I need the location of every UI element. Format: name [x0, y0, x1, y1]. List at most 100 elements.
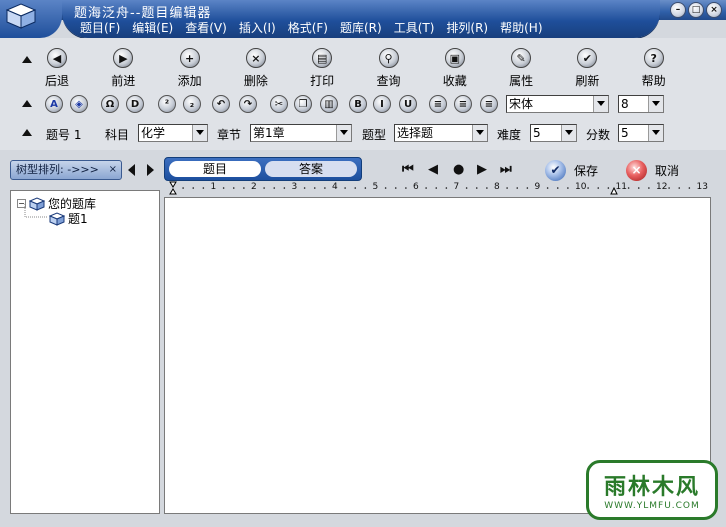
question-tree[interactable]: − 您的题库 题1 — [10, 190, 160, 514]
copy-icon[interactable]: ❐ — [294, 95, 312, 113]
cancel-x-icon: × — [626, 159, 647, 181]
font-color-icon[interactable]: A — [45, 95, 63, 113]
menu-library[interactable]: 题库(R) — [334, 20, 388, 36]
maximize-icon[interactable]: □ — [688, 2, 704, 18]
ruler-tick — [475, 187, 478, 189]
align-left-icon[interactable]: ≡ — [429, 95, 447, 113]
font-name-select[interactable]: 宋体 — [506, 95, 609, 113]
fill-icon[interactable]: ◈ — [70, 95, 88, 113]
toolbar-button-0[interactable]: ◀ 后退 — [27, 48, 87, 89]
menu-edit[interactable]: 编辑(E) — [126, 20, 179, 36]
menu-tools[interactable]: 工具(T) — [388, 20, 441, 36]
toolbar-button-6[interactable]: ▣ 收藏 — [425, 48, 485, 89]
chevron-down-icon[interactable] — [192, 125, 207, 141]
tree-sort-close-icon[interactable]: × — [109, 161, 117, 179]
toolbar-button-7[interactable]: ✎ 属性 — [491, 48, 551, 89]
ruler-ticks — [169, 181, 691, 195]
toolbar-button-5[interactable]: ⚲ 查询 — [359, 48, 419, 89]
superscript-icon[interactable]: ² — [158, 95, 176, 113]
redo-icon[interactable]: ↷ — [239, 95, 257, 113]
menu-arrange[interactable]: 排列(R) — [440, 20, 494, 36]
ruler-tick — [303, 187, 306, 189]
chevron-down-icon[interactable] — [593, 96, 608, 112]
difficulty-select[interactable]: 5 — [530, 124, 577, 142]
watermark-main-text: 雨林木风 — [603, 475, 700, 500]
chevron-down-icon[interactable] — [561, 125, 576, 141]
window-controls: – □ × — [670, 2, 722, 18]
align-center-icon[interactable]: ≡ — [454, 95, 472, 113]
minimize-icon[interactable]: – — [670, 2, 686, 18]
align-right-icon[interactable]: ≡ — [480, 95, 498, 113]
tab-answer[interactable]: 答案 — [265, 161, 357, 177]
question-number: 题号 1 — [46, 128, 82, 142]
font-size-select[interactable]: 8 — [618, 95, 664, 113]
tab-question[interactable]: 题目 — [169, 161, 261, 177]
collapse-left-icon[interactable] — [128, 164, 135, 176]
toolbar-button-4[interactable]: ▤ 打印 — [292, 48, 352, 89]
ruler-tick — [324, 187, 326, 189]
ruler-number: 5 — [372, 182, 379, 192]
watermark-sub-text: WWW.YLMFU.COM — [604, 501, 700, 511]
toolbar-button-2[interactable]: + 添加 — [160, 48, 220, 89]
toolbar-button-label: 属性 — [509, 74, 534, 88]
ruler-tick — [313, 187, 316, 189]
cancel-button[interactable]: × 取消 — [626, 159, 679, 181]
expand-right-icon[interactable] — [147, 164, 154, 176]
toolbar-button-9[interactable]: ? 帮助 — [624, 48, 684, 89]
last-record-icon[interactable]: ⏭ — [500, 162, 512, 177]
chapter-value: 第1章 — [253, 126, 285, 140]
ruler-tick — [273, 187, 276, 189]
type-label: 题型 — [362, 128, 387, 142]
ruler-tick — [405, 187, 407, 189]
add-icon: + — [179, 48, 200, 68]
current-record-icon[interactable]: ● — [453, 162, 464, 177]
menu-help[interactable]: 帮助(H) — [494, 20, 548, 36]
tree-item-label: 题1 — [68, 212, 88, 226]
difficulty-label: 难度 — [497, 128, 522, 142]
italic-icon[interactable]: I — [373, 95, 391, 113]
paste-icon[interactable]: ▥ — [320, 95, 338, 113]
chevron-down-icon[interactable] — [648, 125, 663, 141]
ruler-number: 3 — [291, 182, 298, 192]
ruler-tick — [202, 187, 205, 189]
prev-record-icon[interactable]: ◀ — [428, 162, 438, 177]
save-button[interactable]: ✔ 保存 — [545, 159, 598, 181]
cut-icon[interactable]: ✂ — [270, 95, 288, 113]
tree-sort-box[interactable]: 树型排列: ->>> × — [10, 160, 122, 180]
ruler-number: 9 — [534, 182, 541, 192]
ruler-tick — [394, 187, 397, 189]
subscript-icon[interactable]: ₂ — [183, 95, 201, 113]
toolbar-button-3[interactable]: × 删除 — [226, 48, 286, 89]
chevron-down-icon[interactable] — [472, 125, 487, 141]
undo-icon[interactable]: ↶ — [212, 95, 230, 113]
ruler-tick — [556, 187, 559, 189]
next-record-icon[interactable]: ▶ — [477, 162, 487, 177]
chevron-down-icon[interactable] — [336, 125, 351, 141]
underline-icon[interactable]: U — [399, 95, 417, 113]
score-select[interactable]: 5 — [618, 124, 664, 142]
chevron-down-icon[interactable] — [648, 96, 663, 112]
type-select[interactable]: 选择题 — [394, 124, 488, 142]
app-logo — [0, 0, 62, 38]
toolbar-button-1[interactable]: ▶ 前进 — [93, 48, 153, 89]
ruler-tick — [263, 187, 265, 189]
cancel-label: 取消 — [655, 163, 680, 178]
menu-question[interactable]: 题目(F) — [74, 20, 126, 36]
omega-icon[interactable]: Ω — [101, 95, 119, 113]
toolbar-button-label: 打印 — [310, 74, 335, 88]
toolbar-area: ◀ 后退 ▶ 前进 + 添加 × 删除 ▤ 打印 ⚲ 查询 ▣ 收藏 ✎ 属性 ✔ 刷新? 帮助 A ◈ Ω D ² ₂ ↶ ↷ ✂… — [0, 38, 726, 150]
d-icon[interactable]: D — [126, 95, 144, 113]
toolbar-button-label: 前进 — [111, 74, 136, 88]
close-icon[interactable]: × — [706, 2, 722, 18]
first-record-icon[interactable]: ⏮ — [402, 162, 414, 177]
toolbar-button-8[interactable]: ✔ 刷新 — [557, 48, 617, 89]
chapter-select[interactable]: 第1章 — [250, 124, 352, 142]
menu-format[interactable]: 格式(F) — [282, 20, 334, 36]
menu-insert[interactable]: 插入(I) — [233, 20, 282, 36]
menu-view[interactable]: 查看(V) — [179, 20, 233, 36]
collapse-fields-toolbar-icon[interactable] — [22, 129, 32, 136]
subject-select[interactable]: 化学 — [138, 124, 208, 142]
bold-icon[interactable]: B — [349, 95, 367, 113]
ruler-tick — [597, 187, 600, 189]
collapse-format-toolbar-icon[interactable] — [22, 100, 32, 107]
